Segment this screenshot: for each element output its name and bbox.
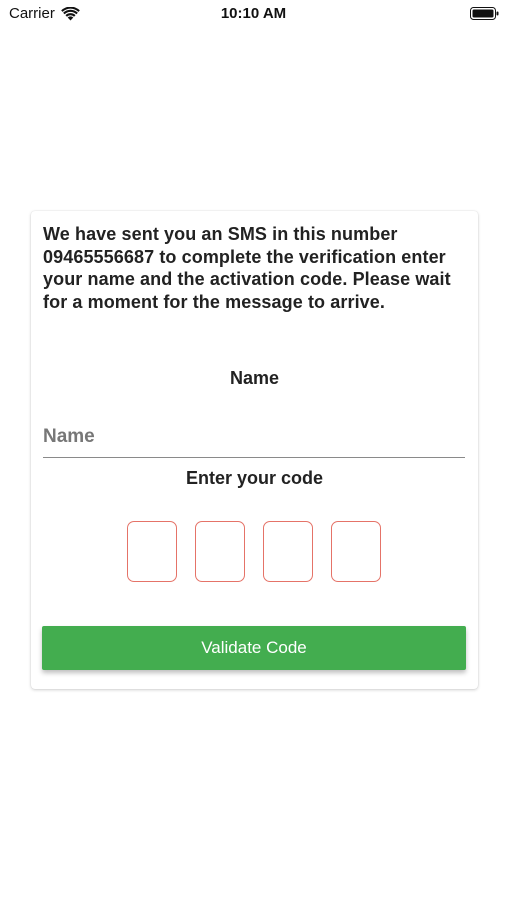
code-input-group bbox=[127, 521, 382, 582]
code-digit-1[interactable] bbox=[127, 521, 177, 582]
verification-card: We have sent you an SMS in this number 0… bbox=[31, 211, 478, 689]
code-heading: Enter your code bbox=[185, 468, 324, 488]
status-bar: Carrier 10:10 AM bbox=[0, 0, 507, 28]
status-time: 10:10 AM bbox=[220, 5, 287, 22]
battery-full-icon bbox=[470, 7, 499, 20]
verification-message: We have sent you an SMS in this number 0… bbox=[43, 224, 451, 312]
name-input[interactable] bbox=[43, 411, 465, 458]
code-digit-4[interactable] bbox=[331, 521, 381, 582]
code-digit-2[interactable] bbox=[195, 521, 245, 582]
code-digit-3[interactable] bbox=[263, 521, 313, 582]
validate-code-button[interactable]: Validate Code bbox=[42, 626, 466, 670]
name-heading: Name bbox=[229, 368, 280, 388]
